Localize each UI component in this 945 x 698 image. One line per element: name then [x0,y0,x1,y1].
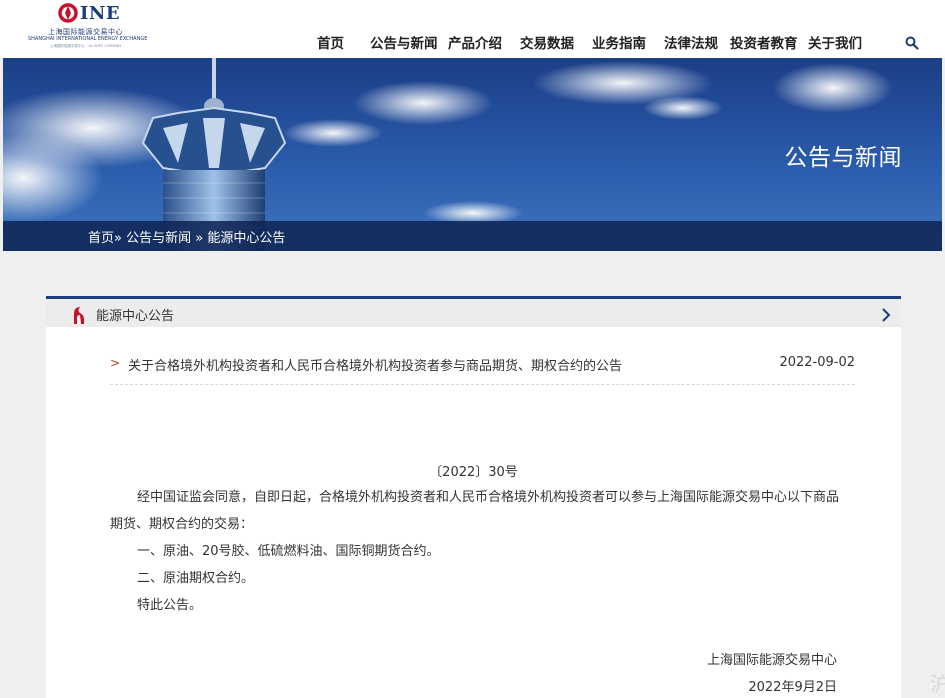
ine-logo-icon [58,3,78,23]
nav-item-trading-data[interactable]: 交易数据 [520,32,574,52]
banner-title: 公告与新闻 [784,145,902,171]
search-icon[interactable] [905,36,919,50]
notice-date: 2022-09-02 [779,355,855,370]
breadcrumb-current: 能源中心公告 [207,231,286,246]
edge-watermark-char: 沪 [930,672,945,696]
breadcrumb-section[interactable]: 公告与新闻 [126,231,191,246]
logo-english-name: SHANGHAI INTERNATIONAL ENERGY EXCHANGE [28,36,148,42]
breadcrumb: 首页» 公告与新闻 » 能源中心公告 [88,227,285,246]
panel-title: 能源中心公告 [96,309,175,324]
announcement-panel: 能源中心公告 > 关于合格境外机构投资者和人民币合格境外机构投资者参与商品期货、… [46,296,901,698]
nav-item-laws[interactable]: 法律法规 [664,32,718,52]
red-arrow-icon: > [110,356,121,370]
logo-subtitle: 上海国际能源交易中心 · An SHFE COMPANY [50,44,122,48]
announcement-item-options: 二、原油期权合约。 [137,571,255,586]
notice-title[interactable]: 关于合格境外机构投资者和人民币合格境外机构投资者参与商品期货、期权合约的公告 [128,355,622,374]
signature-organization: 上海国际能源交易中心 [706,653,837,668]
nav-item-home[interactable]: 首页 [317,32,344,52]
announcement-item-futures: 一、原油、20号胶、低硫燃料油、国际铜期货合约。 [137,544,440,559]
page-banner: 公告与新闻 首页» 公告与新闻 » 能源中心公告 [3,58,942,251]
site-header: INE 上海国际能源交易中心 SHANGHAI INTERNATIONAL EN… [0,0,945,58]
nav-item-business-guide[interactable]: 业务指南 [592,32,646,52]
chevron-right-icon[interactable] [881,308,891,322]
panel-header: 能源中心公告 [46,299,901,327]
signature-date: 2022年9月2日 [748,680,837,695]
breadcrumb-separator: » [195,231,204,246]
breadcrumb-bar: 首页» 公告与新闻 » 能源中心公告 [3,221,942,251]
nav-item-products[interactable]: 产品介绍 [448,32,502,52]
nav-item-about-us[interactable]: 关于我们 [808,32,862,52]
logo-brand-text: INE [80,3,121,24]
document-number: 〔2022〕30号 [429,465,518,480]
breadcrumb-home[interactable]: 首页» [88,231,122,246]
nav-item-news[interactable]: 公告与新闻 [370,32,438,52]
notice-list-item[interactable]: > 关于合格境外机构投资者和人民币合格境外机构投资者参与商品期货、期权合约的公告… [110,349,855,385]
announcement-paragraph: 经中国证监会同意，自即日起，合格境外机构投资者和人民币合格境外机构投资者可以参与… [110,490,840,532]
nav-item-investor-education[interactable]: 投资者教育 [730,32,798,52]
flame-icon [74,307,84,324]
site-logo[interactable]: INE 上海国际能源交易中心 SHANGHAI INTERNATIONAL EN… [28,3,150,49]
announcement-closing: 特此公告。 [137,598,203,613]
